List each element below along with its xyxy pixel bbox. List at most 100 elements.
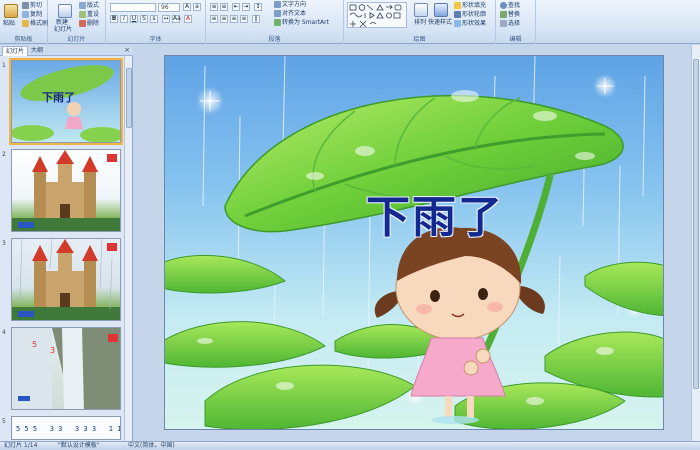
arrange-button[interactable]: 排列 [414, 19, 426, 27]
paint-bucket-icon [454, 2, 461, 9]
slide-number-1: 1 [2, 62, 6, 69]
font-group-label: 字体 [149, 36, 162, 43]
slide-editor: 下雨了 [134, 45, 700, 441]
new-slide-icon [58, 4, 72, 18]
slide-title[interactable]: 下雨了 [335, 181, 535, 245]
font-size-field[interactable]: 96 [158, 3, 180, 12]
cut-button[interactable]: 剪切 [22, 2, 42, 10]
shapes-gallery-icons [349, 4, 402, 28]
arrange-icon [414, 3, 428, 17]
search-icon [500, 2, 507, 9]
align-center-icon[interactable]: ≡ [220, 15, 228, 23]
layout-button[interactable]: 版式 [79, 2, 99, 10]
decrease-indent-icon[interactable]: ⇤ [232, 3, 240, 11]
tab-outline[interactable]: 大纲 [28, 46, 46, 56]
shapes-gallery[interactable] [347, 2, 407, 28]
slide-thumbnail-5[interactable]: 5 5 5 3 3 3 3 3 1 1 [11, 416, 121, 440]
slide-thumbnail-1[interactable]: 下雨了 [9, 58, 123, 145]
slide-thumbnail-2[interactable] [11, 149, 121, 232]
quick-styles-icon [434, 3, 448, 17]
replace-icon [500, 11, 507, 18]
increase-indent-icon[interactable]: ⇥ [242, 3, 250, 11]
columns-icon[interactable]: ∥ [252, 15, 260, 23]
close-icon[interactable]: × [124, 46, 130, 54]
slide-thumbnail-3[interactable] [11, 238, 121, 321]
bold-button[interactable]: B [110, 15, 118, 23]
shape-effects-label: 形状效果 [462, 20, 487, 27]
brush-icon [22, 20, 29, 27]
reset-icon [79, 11, 86, 18]
shadow-button[interactable]: s [150, 15, 158, 23]
delete-icon [79, 20, 86, 27]
copy-button[interactable]: 复制 [22, 11, 42, 19]
justify-icon[interactable]: ≡ [240, 15, 248, 23]
align-right-icon[interactable]: ≡ [230, 15, 238, 23]
editor-scrollbar[interactable] [691, 45, 700, 441]
format-painter-button[interactable]: 格式刷 [22, 20, 48, 28]
quick-styles-button[interactable]: 快速样式 [428, 19, 452, 27]
find-button[interactable]: 查找 [500, 2, 520, 10]
delete-button[interactable]: 删除 [79, 20, 99, 28]
smartart-button[interactable]: 转换为 SmartArt [274, 19, 329, 27]
delete-label: 删除 [87, 20, 100, 27]
paragraph-group-label: 段落 [268, 36, 281, 43]
current-slide[interactable]: 下雨了 [164, 55, 664, 430]
reset-button[interactable]: 重设 [79, 11, 99, 19]
slide-number-3: 3 [2, 240, 6, 247]
slide-number-2: 2 [2, 151, 6, 158]
replace-button[interactable]: 替换 [500, 11, 520, 19]
scissors-icon [22, 2, 29, 9]
shape-fill-button[interactable]: 形状填充 [454, 2, 486, 10]
castle-illustration [12, 150, 120, 231]
panel-scrollbar-thumb[interactable] [126, 68, 132, 128]
slide-thumbnail-4[interactable]: 5 3 [11, 327, 121, 410]
smartart-icon [274, 19, 281, 26]
align-text-button[interactable]: 对齐文本 [274, 10, 306, 18]
replace-label: 替换 [508, 11, 521, 18]
shape-outline-button[interactable]: 形状轮廓 [454, 11, 486, 19]
font-color-button[interactable]: A [184, 15, 192, 23]
thumb1-title: 下雨了 [42, 91, 75, 104]
text-direction-button[interactable]: 文字方向 [274, 1, 306, 9]
tab-slides[interactable]: 幻灯片 [2, 46, 29, 56]
drawing-group: 排列 快速样式 形状填充 形状轮廓 形状效果 绘图 [344, 0, 496, 44]
strikethrough-button[interactable]: S [140, 15, 148, 23]
thumb4-number-b: 3 [50, 346, 56, 355]
align-text-label: 对齐文本 [282, 10, 307, 17]
pen-icon [454, 11, 461, 18]
thumb5-notation: 5 5 5 3 3 3 3 3 1 1 [16, 425, 121, 433]
underline-button[interactable]: U [130, 15, 138, 23]
italic-button[interactable]: I [120, 15, 128, 23]
char-spacing-button[interactable]: ↔ [162, 15, 170, 23]
new-slide-label-2: 幻灯片 [54, 26, 73, 33]
layout-label: 版式 [87, 2, 100, 9]
find-label: 查找 [508, 2, 521, 9]
font-name-field[interactable] [110, 3, 156, 12]
layout-icon [79, 2, 86, 9]
panel-scrollbar[interactable] [124, 56, 132, 441]
status-bar: 幻灯片 1/14 "默认设计模板" 中文(简体，中国) [0, 441, 700, 449]
shape-outline-label: 形状轮廓 [462, 11, 487, 18]
align-left-icon[interactable]: ≡ [210, 15, 218, 23]
align-text-icon [274, 10, 281, 17]
text-direction-label: 文字方向 [282, 1, 307, 8]
numbering-icon[interactable]: ≡ [220, 3, 228, 11]
paragraph-group: ≡ ≡ ⇤ ⇥ ↕ ≡ ≡ ≡ ≡ ∥ 文字方向 对齐文本 转换为 SmartA… [206, 0, 344, 44]
change-case-button[interactable]: Aa [172, 15, 181, 23]
select-button[interactable]: 选择 [500, 20, 520, 28]
slide-number-4: 4 [2, 329, 6, 336]
castle-rain-illustration [12, 239, 120, 320]
format-painter-label: 格式刷 [30, 20, 49, 27]
reset-label: 重设 [87, 11, 100, 18]
shrink-font-icon[interactable]: a [193, 3, 201, 11]
cursor-icon [500, 20, 507, 27]
slides-group-label: 幻灯片 [67, 36, 86, 43]
panel-tabs: 幻灯片 大纲 × [0, 45, 133, 56]
line-spacing-icon[interactable]: ↕ [254, 3, 262, 11]
editor-scrollbar-thumb[interactable] [693, 59, 699, 389]
paste-button[interactable]: 粘贴 [3, 20, 15, 28]
shape-fill-label: 形状填充 [462, 2, 487, 9]
shape-effects-button[interactable]: 形状效果 [454, 20, 486, 28]
grow-font-icon[interactable]: A [183, 3, 191, 11]
bullets-icon[interactable]: ≡ [210, 3, 218, 11]
